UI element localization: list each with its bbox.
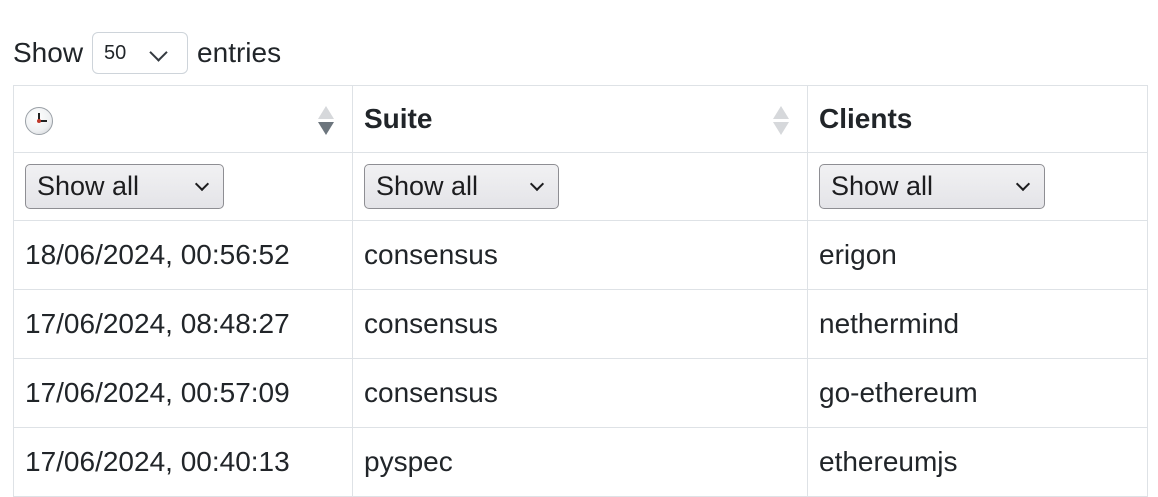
filter-cell-time: Show all <box>13 152 353 221</box>
table-row[interactable]: 17/06/2024, 00:57:09 consensus go-ethere… <box>13 358 1148 428</box>
clients-filter-select[interactable]: Show all <box>819 164 1045 209</box>
suite-cell: consensus <box>352 289 808 359</box>
time-cell: 17/06/2024, 00:57:09 <box>13 358 353 428</box>
chevron-down-icon <box>194 176 210 192</box>
table-row[interactable]: 18/06/2024, 00:56:52 consensus erigon <box>13 220 1148 290</box>
page-length-value: 50 <box>104 41 127 64</box>
column-header-suite[interactable]: Suite <box>352 85 808 153</box>
column-header-clients-label: Clients <box>819 103 913 134</box>
time-cell: 17/06/2024, 08:48:27 <box>13 289 353 359</box>
table-row[interactable]: 17/06/2024, 00:40:13 pyspec ethereumjs <box>13 427 1148 497</box>
sort-desc-icon[interactable] <box>318 106 334 136</box>
time-filter-value: Show all <box>37 171 140 201</box>
clients-cell: erigon <box>807 220 1148 290</box>
sort-icon[interactable] <box>773 106 789 136</box>
column-header-time[interactable] <box>13 85 353 153</box>
time-cell: 18/06/2024, 00:56:52 <box>13 220 353 290</box>
header-row: Suite Clients <box>13 85 1148 153</box>
clients-cell: ethereumjs <box>807 427 1148 497</box>
page-length-select[interactable]: 50 <box>92 32 189 74</box>
suite-cell: pyspec <box>352 427 808 497</box>
filter-cell-clients: Show all <box>807 152 1148 221</box>
chevron-down-icon <box>1015 176 1031 192</box>
column-header-suite-label: Suite <box>364 103 433 134</box>
results-table: Suite Clients Show all Show all Show all… <box>13 85 1148 497</box>
suite-filter-select[interactable]: Show all <box>364 164 559 209</box>
time-filter-select[interactable]: Show all <box>25 164 224 209</box>
clock-icon <box>25 106 53 135</box>
filter-cell-suite: Show all <box>352 152 808 221</box>
suite-filter-value: Show all <box>376 171 479 201</box>
time-cell: 17/06/2024, 00:40:13 <box>13 427 353 497</box>
clients-cell: go-ethereum <box>807 358 1148 428</box>
filter-row: Show all Show all Show all <box>13 152 1148 221</box>
clients-filter-value: Show all <box>831 171 934 201</box>
entries-label: entries <box>197 37 282 68</box>
clients-cell: nethermind <box>807 289 1148 359</box>
show-label: Show <box>13 37 84 68</box>
column-header-clients[interactable]: Clients <box>807 85 1148 153</box>
chevron-down-icon <box>529 176 545 192</box>
suite-cell: consensus <box>352 220 808 290</box>
table-row[interactable]: 17/06/2024, 08:48:27 consensus nethermin… <box>13 289 1148 359</box>
suite-cell: consensus <box>352 358 808 428</box>
chevron-down-icon <box>149 43 168 62</box>
page-length-control: Show 50 entries <box>13 32 281 74</box>
